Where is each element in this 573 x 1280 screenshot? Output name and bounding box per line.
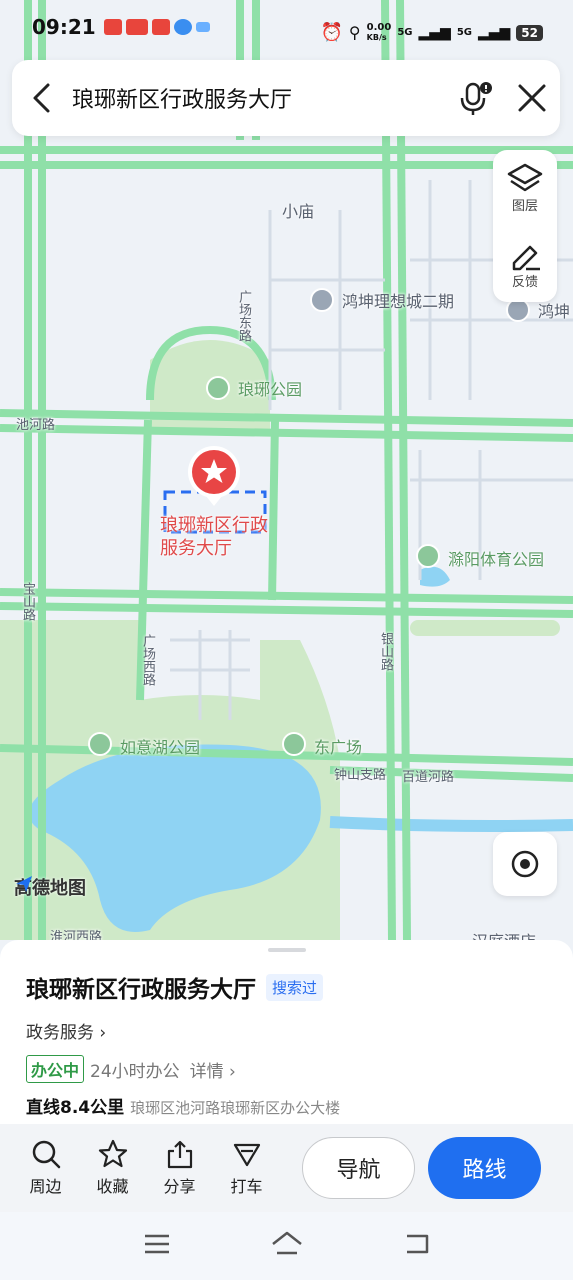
locate-icon xyxy=(511,850,539,878)
marker-label[interactable]: 琅琊新区行政服务大厅 xyxy=(160,514,268,560)
edit-icon xyxy=(512,245,540,270)
details-link[interactable]: 详情 › xyxy=(190,1057,236,1082)
signal-5g-1: 5G xyxy=(397,27,413,38)
notification-chat-icon xyxy=(173,19,192,35)
layers-icon xyxy=(507,163,543,191)
my-location-button[interactable] xyxy=(493,832,557,896)
search-bar[interactable]: 琅琊新区行政服务大厅 xyxy=(12,60,560,136)
map-label-ruyi-lake-park[interactable]: 如意湖公园 xyxy=(120,734,200,758)
share-icon xyxy=(167,1140,192,1169)
map-tools-panel: 图层 反馈 xyxy=(493,150,557,302)
map-label-xiaomiao[interactable]: 小庙 xyxy=(282,198,314,222)
menu-button[interactable] xyxy=(143,1233,171,1259)
microphone-icon xyxy=(460,82,492,115)
share-button[interactable]: 分享 xyxy=(146,1139,213,1197)
road-label-zhongshan-branch: 钟山支路 xyxy=(334,768,387,783)
poi-detail-sheet[interactable]: 琅琊新区行政服务大厅 搜索过 政务服务 › 办公中 24小时办公 详情 › 直线… xyxy=(0,940,573,1124)
road-label-chihe: 池河路 xyxy=(16,418,56,433)
map-label-langya-park[interactable]: 琅琊公园 xyxy=(238,376,302,400)
home-icon xyxy=(271,1231,302,1255)
road-label-baidao-river: 百道河路 xyxy=(402,770,455,785)
system-navigation-bar xyxy=(0,1212,573,1280)
map-label-hongkun[interactable]: 鸿坤理想城二期 xyxy=(342,288,454,312)
park-icon xyxy=(282,732,306,756)
notification-misc-icon xyxy=(195,22,210,32)
park-icon xyxy=(206,376,230,400)
favorite-label: 收藏 xyxy=(96,1177,129,1196)
search-icon xyxy=(32,1140,60,1169)
amap-logo-icon xyxy=(16,876,32,892)
poi-title: 琅琊新区行政服务大厅 xyxy=(26,977,256,1003)
taxi-label: 打车 xyxy=(230,1177,263,1196)
map-label-east-square[interactable]: 东广场 xyxy=(314,734,362,758)
signal-bars-icon: ▂▄▆ xyxy=(477,24,511,41)
back-nav-icon xyxy=(406,1234,428,1254)
close-button[interactable] xyxy=(504,60,560,136)
route-button[interactable]: 路线 xyxy=(428,1137,541,1199)
amap-logo: 高德地图 xyxy=(14,874,86,900)
back-nav-button[interactable] xyxy=(403,1232,431,1260)
signal-bars-icon: ▂▄▆ xyxy=(418,24,451,41)
nearby-button[interactable]: 周边 xyxy=(12,1139,79,1197)
network-speed-unit: KB/s xyxy=(366,32,387,42)
network-speed: 0.00 xyxy=(366,21,392,33)
map-label-chuyang-sports[interactable]: 滁阳体育公园 xyxy=(448,546,544,570)
feedback-label: 反馈 xyxy=(511,274,538,290)
road-label-guangchang-east: 广场东路 xyxy=(236,290,251,342)
feedback-button[interactable]: 反馈 xyxy=(493,226,557,302)
searched-badge: 搜索过 xyxy=(266,973,324,1001)
poi-category[interactable]: 政务服务 › xyxy=(26,1018,547,1043)
open-status-badge: 办公中 xyxy=(26,1055,85,1083)
business-hours: 24小时办公 xyxy=(90,1061,180,1082)
chevron-left-icon xyxy=(33,83,50,113)
favorite-button[interactable]: 收藏 xyxy=(79,1139,146,1197)
menu-icon xyxy=(144,1234,169,1254)
layers-button[interactable]: 图层 xyxy=(493,150,557,226)
status-time: 09:21 xyxy=(32,15,96,39)
sheet-grabber[interactable] xyxy=(267,948,306,952)
taxi-button[interactable]: 打车 xyxy=(213,1139,280,1197)
alarm-icon: ⏰ xyxy=(320,22,343,43)
notification-news-icon xyxy=(125,19,148,35)
address: 琅琊区池河路琅琊新区办公大楼 xyxy=(130,1099,341,1117)
action-bar: 周边 收藏 分享 打车 导航 路线 xyxy=(0,1124,573,1212)
search-input[interactable]: 琅琊新区行政服务大厅 xyxy=(72,82,448,114)
park-icon xyxy=(416,544,440,568)
map-view[interactable]: 小庙 鸿坤理想城二期 鸿坤 广场东路 琅琊公园 池河路 滁阳体育公园 宝山路 广… xyxy=(0,0,573,960)
status-bar: 09:21 ⏰ ⚲ 0.00 KB/s 5G ▂▄▆ 5G ▂▄▆ 52 xyxy=(0,0,573,54)
close-icon xyxy=(518,84,546,112)
distance: 直线8.4公里 xyxy=(26,1098,125,1118)
park-icon xyxy=(88,732,112,756)
notification-app-icon xyxy=(103,19,122,35)
location-icon: ⚲ xyxy=(348,23,361,42)
status-indicators: ⏰ ⚲ 0.00 KB/s 5G ▂▄▆ 5G ▂▄▆ 52 xyxy=(320,21,543,43)
navigate-button[interactable]: 导航 xyxy=(302,1137,415,1199)
voice-search-button[interactable] xyxy=(448,60,504,136)
map-canvas xyxy=(0,0,573,941)
nearby-label: 周边 xyxy=(29,1177,62,1196)
taxi-icon xyxy=(233,1143,260,1167)
share-label: 分享 xyxy=(163,1177,196,1196)
road-label-yinshan: 银山路 xyxy=(378,632,393,671)
building-icon xyxy=(310,288,334,312)
battery-indicator: 52 xyxy=(516,24,543,41)
road-label-baoshan: 宝山路 xyxy=(20,582,35,621)
signal-5g-2: 5G xyxy=(456,27,472,38)
road-label-guangchang-west: 广场西路 xyxy=(140,634,155,686)
notification-app-icon xyxy=(151,19,170,35)
home-button[interactable] xyxy=(271,1231,303,1261)
layers-label: 图层 xyxy=(511,198,538,214)
back-button[interactable] xyxy=(12,60,72,136)
star-icon xyxy=(98,1139,127,1168)
